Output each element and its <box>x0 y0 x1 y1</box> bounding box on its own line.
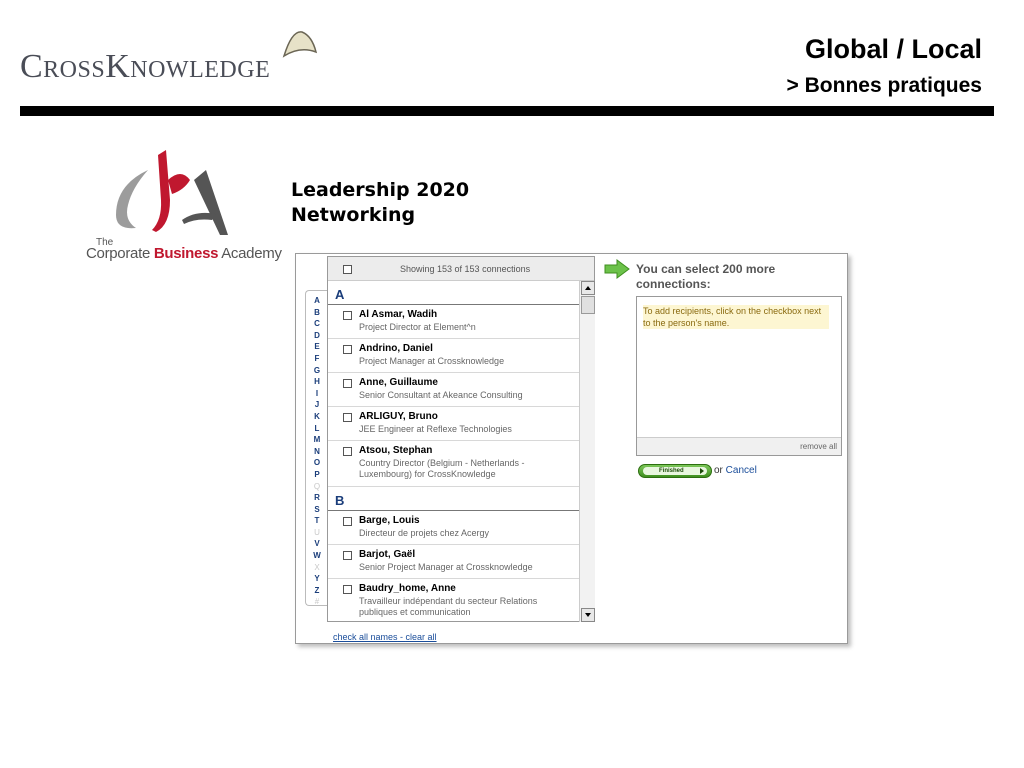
alpha-letter[interactable]: M <box>306 434 328 446</box>
list-item[interactable]: ARLIGUY, Bruno JEE Engineer at Reflexe Te… <box>328 407 579 441</box>
check-all-link[interactable]: check all names <box>333 632 398 642</box>
person-checkbox[interactable] <box>343 345 352 354</box>
alpha-letter[interactable]: V <box>306 538 328 550</box>
person-checkbox[interactable] <box>343 551 352 560</box>
clear-all-link[interactable]: clear all <box>406 632 437 642</box>
person-name: Atsou, Stephan <box>359 445 433 456</box>
group-letter: B <box>328 487 579 511</box>
header-subtitle: > Bonnes pratiques <box>786 74 982 97</box>
person-name: Al Asmar, Wadih <box>359 309 438 320</box>
finished-button[interactable]: Finished <box>638 464 712 478</box>
alpha-letter[interactable]: B <box>306 307 328 319</box>
person-checkbox[interactable] <box>343 517 352 526</box>
alpha-letter[interactable]: T <box>306 515 328 527</box>
person-checkbox[interactable] <box>343 447 352 456</box>
scroll-up-button[interactable] <box>581 281 595 295</box>
remove-all-link[interactable]: remove all <box>800 442 837 451</box>
header-title: Global / Local <box>804 34 982 64</box>
alpha-letter[interactable]: J <box>306 399 328 411</box>
scroll-thumb[interactable] <box>581 296 595 314</box>
person-title: Project Director at Element^n <box>359 322 476 332</box>
person-title: Travailleur indépendant du secteur Relat… <box>359 596 538 617</box>
alpha-letter[interactable]: L <box>306 423 328 435</box>
connections-panel: A B C D E F G H I J K L M N O P Q R S T U V W X Y Z # Showing 153 … <box>295 253 848 644</box>
connections-list[interactable]: Showing 153 of 153 connections A Al Asmar… <box>327 256 595 622</box>
alpha-letter[interactable]: G <box>306 365 328 377</box>
person-checkbox[interactable] <box>343 413 352 422</box>
logo-wordmark: CrossKnowledge <box>20 48 271 85</box>
list-item[interactable]: Atsou, Stephan Country Director (Belgium … <box>328 441 579 487</box>
alpha-letter[interactable]: N <box>306 446 328 458</box>
list-item[interactable]: Barge, Louis Directeur de projets chez Ac… <box>328 511 579 545</box>
finished-label: Finished <box>643 467 707 475</box>
alpha-letter[interactable]: H <box>306 376 328 388</box>
cancel-link[interactable]: Cancel <box>726 465 757 476</box>
person-title: Senior Consultant at Akeance Consulting <box>359 390 523 400</box>
logo-drop-icon <box>282 31 318 58</box>
alpha-letter[interactable]: K <box>306 411 328 423</box>
alpha-letter: U <box>314 527 320 537</box>
list-scrollbar[interactable] <box>579 281 595 622</box>
list-item[interactable]: Al Asmar, Wadih Project Director at Eleme… <box>328 305 579 339</box>
select-all-checkbox[interactable] <box>343 265 352 274</box>
person-checkbox[interactable] <box>343 379 352 388</box>
person-title: JEE Engineer at Reflexe Technologies <box>359 424 512 434</box>
header-divider <box>20 106 994 116</box>
crossknowledge-logo: CrossKnowledge <box>10 28 322 92</box>
alpha-letter[interactable]: P <box>306 469 328 481</box>
select-more-text: You can select 200 more connections: <box>636 262 776 291</box>
alpha-letter[interactable]: E <box>306 341 328 353</box>
green-arrow-icon <box>604 259 630 279</box>
person-checkbox[interactable] <box>343 311 352 320</box>
alpha-letter[interactable]: A <box>306 295 328 307</box>
alpha-letter: # <box>314 597 320 607</box>
person-name: Andrino, Daniel <box>359 343 433 354</box>
slide-title: Leadership 2020 Networking <box>291 179 470 226</box>
person-name: Barge, Louis <box>359 515 420 526</box>
scroll-down-button[interactable] <box>581 608 595 622</box>
alpha-letter[interactable]: Y <box>306 573 328 585</box>
play-icon <box>700 468 704 474</box>
alpha-letter: Q <box>313 481 321 491</box>
cba-name: Corporate Business Academy <box>86 245 282 262</box>
list-footer: check all names - clear all <box>333 632 437 642</box>
alpha-letter[interactable]: Z <box>306 585 328 597</box>
list-item[interactable]: Baudry_home, Anne Travailleur indépendant… <box>328 579 579 621</box>
list-body: A Al Asmar, Wadih Project Director at Elem… <box>328 281 594 621</box>
alpha-letter[interactable]: F <box>306 353 328 365</box>
person-name: Barjot, Gaël <box>359 549 416 560</box>
person-title: Project Manager at Crossknowledge <box>359 356 505 366</box>
alpha-letter[interactable]: S <box>306 504 328 516</box>
alphabet-index: A B C D E F G H I J K L M N O P Q R S T U V W X Y Z # <box>305 290 328 606</box>
recipients-hint: To add recipients, click on the checkbox… <box>643 305 829 329</box>
recipients-box: To add recipients, click on the checkbox… <box>636 296 842 456</box>
person-title: Country Director (Belgium - Netherlands … <box>359 458 525 479</box>
alpha-letter[interactable]: C <box>306 318 328 330</box>
alpha-letter[interactable]: I <box>306 388 328 400</box>
person-title: Directeur de projets chez Acergy <box>359 528 490 538</box>
alpha-letter[interactable]: D <box>306 330 328 342</box>
person-title: Senior Project Manager at Crossknowledge <box>359 562 533 572</box>
alpha-letter[interactable]: R <box>306 492 328 504</box>
person-name: Anne, Guillaume <box>359 377 438 388</box>
showing-count: Showing 153 of 153 connections <box>400 264 531 274</box>
or-cancel: or Cancel <box>714 465 757 476</box>
recipients-footer: remove all <box>637 437 841 455</box>
list-header: Showing 153 of 153 connections <box>328 257 594 281</box>
alpha-letter: X <box>314 562 320 572</box>
list-item[interactable]: Andrino, Daniel Project Manager at Crossk… <box>328 339 579 373</box>
person-checkbox[interactable] <box>343 585 352 594</box>
group-letter: A <box>328 281 579 305</box>
alpha-letter[interactable]: W <box>306 550 328 562</box>
alpha-letter[interactable]: O <box>306 457 328 469</box>
cba-logo: The Corporate Business Academy <box>86 150 282 265</box>
list-item[interactable]: Barjot, Gaël Senior Project Manager at Cr… <box>328 545 579 579</box>
cba-emblem-icon <box>116 150 228 235</box>
person-name: ARLIGUY, Bruno <box>359 411 438 422</box>
list-item[interactable]: Anne, Guillaume Senior Consultant at Akea… <box>328 373 579 407</box>
person-name: Baudry_home, Anne <box>359 583 456 594</box>
